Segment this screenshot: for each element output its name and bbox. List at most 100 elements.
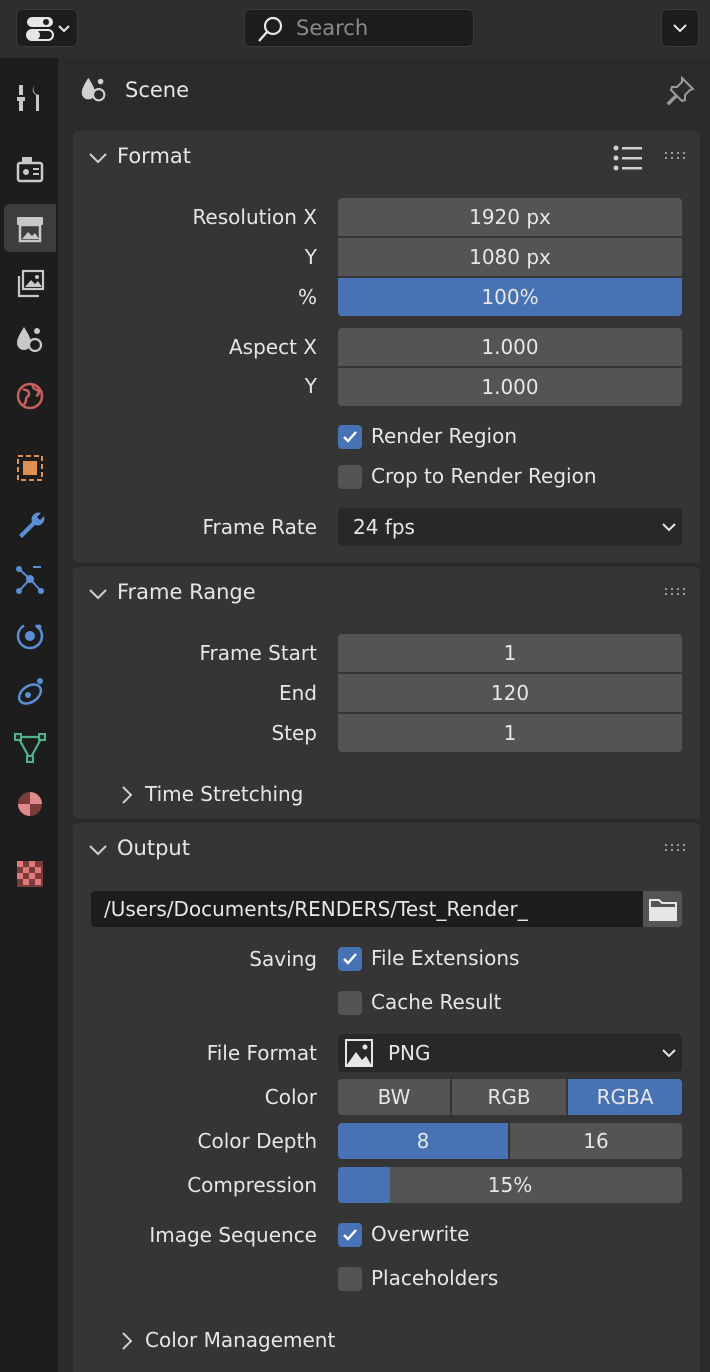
physics-icon (16, 622, 44, 650)
constraints-icon (17, 678, 43, 705)
frame-step-label: Step (271, 721, 317, 745)
frame-step-field[interactable]: 1 (338, 714, 682, 752)
object-icon (17, 455, 43, 481)
browse-folder-button[interactable] (643, 891, 682, 927)
frame-range-panel-title[interactable]: Frame Range (117, 580, 256, 604)
render-icon (16, 157, 44, 183)
checkmark-icon (343, 1229, 357, 1241)
time-stretching-subpanel[interactable]: Time Stretching (145, 782, 303, 806)
tab-output[interactable] (4, 204, 56, 252)
output-path-value: /Users/Documents/RENDERS/Test_Render_ (104, 897, 528, 921)
tab-material[interactable] (4, 780, 56, 828)
crop-region-label[interactable]: Crop to Render Region (371, 464, 597, 488)
tab-world[interactable] (4, 372, 56, 420)
tab-texture[interactable] (4, 850, 56, 898)
compression-label: Compression (187, 1173, 317, 1197)
frame-start-label: Frame Start (199, 641, 317, 665)
cache-result-label[interactable]: Cache Result (371, 990, 501, 1014)
tab-view-layer[interactable] (4, 260, 56, 308)
tab-particles[interactable] (4, 556, 56, 604)
file-format-dropdown[interactable]: PNG (338, 1034, 682, 1072)
overwrite-label[interactable]: Overwrite (371, 1222, 469, 1246)
render-region-label[interactable]: Render Region (371, 424, 517, 448)
frame-rate-value: 24 fps (353, 515, 415, 539)
aspect-x-label: Aspect X (229, 335, 317, 359)
crop-region-checkbox[interactable] (338, 465, 362, 489)
properties-editor-icon (26, 17, 70, 41)
tab-tool[interactable] (4, 74, 56, 122)
drag-handle-icon[interactable] (664, 151, 688, 161)
tab-render[interactable] (4, 146, 56, 194)
pin-icon[interactable] (664, 75, 696, 107)
tab-object[interactable] (4, 444, 56, 492)
chevron-down-icon (662, 1049, 676, 1058)
placeholders-checkbox[interactable] (338, 1267, 362, 1291)
scene-icon (17, 327, 43, 353)
frame-rate-dropdown[interactable]: 24 fps (338, 508, 682, 546)
color-management-subpanel[interactable]: Color Management (145, 1328, 335, 1352)
file-format-label: File Format (206, 1041, 317, 1065)
chevron-down-icon[interactable] (88, 587, 108, 601)
frame-rate-label: Frame Rate (202, 515, 317, 539)
color-depth-label: Color Depth (197, 1129, 318, 1153)
chevron-right-icon[interactable] (120, 785, 134, 805)
editor-type-button[interactable] (16, 9, 78, 47)
render-region-checkbox[interactable] (338, 425, 362, 449)
tool-icon (17, 85, 39, 111)
tab-scene[interactable] (4, 316, 56, 364)
file-extensions-label[interactable]: File Extensions (371, 946, 519, 970)
chevron-down-icon[interactable] (88, 843, 108, 857)
chevron-down-icon[interactable] (88, 151, 108, 165)
format-panel-title[interactable]: Format (117, 144, 191, 168)
world-icon (16, 382, 44, 410)
output-path-input[interactable]: /Users/Documents/RENDERS/Test_Render_ (91, 891, 643, 927)
options-dropdown-button[interactable] (661, 9, 699, 47)
aspect-x-field[interactable]: 1.000 (338, 328, 682, 366)
tab-physics[interactable] (4, 612, 56, 660)
tab-object-data[interactable] (4, 724, 56, 772)
output-panel-title[interactable]: Output (117, 836, 190, 860)
output-icon (17, 217, 43, 243)
chevron-right-icon[interactable] (120, 1331, 134, 1351)
image-file-icon (345, 1039, 373, 1067)
scene-icon (81, 77, 106, 102)
cache-result-checkbox[interactable] (338, 991, 362, 1015)
drag-handle-icon[interactable] (664, 843, 688, 853)
color-rgb-option[interactable]: RGB (452, 1079, 566, 1115)
chevron-down-icon (662, 523, 676, 532)
material-icon (18, 792, 42, 816)
aspect-y-field[interactable]: 1.000 (338, 368, 682, 406)
search-input[interactable]: Search (244, 9, 474, 47)
resolution-y-label: Y (304, 245, 317, 269)
frame-end-label: End (278, 681, 317, 705)
resolution-x-field[interactable]: 1920 px (338, 198, 682, 236)
search-placeholder: Search (296, 16, 369, 40)
texture-icon (17, 861, 43, 887)
chevron-down-icon (673, 24, 687, 33)
checkmark-icon (343, 953, 357, 965)
modifier-wrench-icon (19, 512, 45, 538)
color-depth-8-option[interactable]: 8 (338, 1123, 508, 1159)
resolution-y-field[interactable]: 1080 px (338, 238, 682, 276)
overwrite-checkbox[interactable] (338, 1223, 362, 1247)
frame-start-field[interactable]: 1 (338, 634, 682, 672)
preset-list-icon[interactable] (612, 144, 644, 172)
checkmark-icon (343, 431, 357, 443)
color-rgba-option[interactable]: RGBA (568, 1079, 682, 1115)
color-bw-option[interactable]: BW (338, 1079, 450, 1115)
view-layer-icon (17, 269, 45, 298)
particles-icon (16, 566, 44, 594)
folder-icon (649, 899, 677, 921)
resolution-percent-field[interactable]: 100% (338, 278, 682, 316)
search-icon (258, 16, 283, 42)
drag-handle-icon[interactable] (664, 587, 688, 597)
frame-end-field[interactable]: 120 (338, 674, 682, 712)
compression-slider[interactable]: 15% (338, 1167, 682, 1203)
placeholders-label[interactable]: Placeholders (371, 1266, 498, 1290)
compression-value: 15% (487, 1173, 533, 1197)
file-extensions-checkbox[interactable] (338, 947, 362, 971)
tab-modifiers[interactable] (4, 500, 56, 548)
tab-constraints[interactable] (4, 668, 56, 716)
color-depth-16-option[interactable]: 16 (510, 1123, 682, 1159)
context-label: Scene (125, 78, 190, 102)
